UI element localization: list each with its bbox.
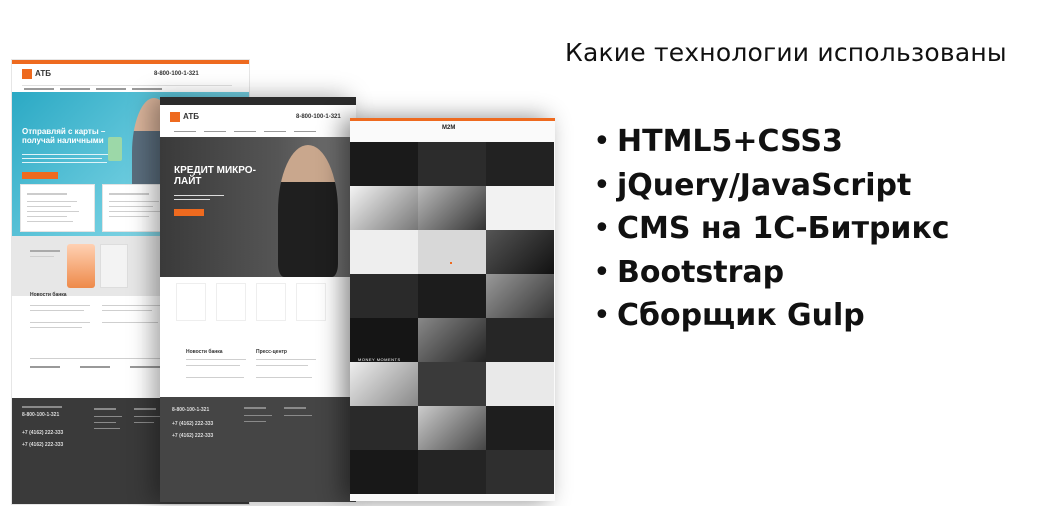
list-item: • CMS на 1С-Битрикс	[593, 207, 950, 251]
footer-phone: +7 (4162) 222-333	[22, 442, 64, 448]
list-item: • HTML5+CSS3	[593, 120, 950, 164]
hero-person-image	[278, 145, 338, 277]
hero-banner: КРЕДИТ МИКРО-ЛАЙТ	[160, 137, 356, 277]
technology-label: Сборщик Gulp	[617, 298, 865, 333]
technology-list: • HTML5+CSS3 • jQuery/JavaScript • CMS на 1…	[593, 120, 950, 338]
technology-label: jQuery/JavaScript	[617, 167, 912, 203]
bullet-icon: •	[593, 124, 611, 159]
footer-phone: 8-800-100-1-321	[172, 407, 210, 413]
logo-icon	[22, 69, 32, 79]
top-strip	[350, 118, 555, 121]
service-icon	[176, 283, 206, 321]
press-title: Пресс-центр	[256, 349, 287, 355]
technology-label: HTML5+CSS3	[617, 124, 843, 159]
top-strip	[160, 97, 356, 105]
bullet-icon: •	[593, 254, 611, 290]
bullet-icon: •	[593, 167, 611, 203]
mockup-collage: АТБ 8-800-100-1-321 Отправляй с карты – …	[0, 0, 560, 506]
page-title: Какие технологии использованы	[565, 38, 1007, 67]
card-image	[100, 244, 128, 288]
app-image	[67, 244, 95, 288]
mockup-m2m: M2M MONEY MOMENTS	[350, 118, 555, 501]
footer-phone: +7 (4162) 222-333	[172, 433, 214, 439]
logo-text: АТБ	[35, 69, 52, 78]
news-title: Новости банка	[30, 292, 67, 298]
footer-phone: +7 (4162) 222-333	[22, 430, 64, 436]
technology-label: Bootstrap	[617, 254, 785, 290]
hero-title: Отправляй с карты – получай наличными	[22, 127, 106, 145]
tile-caption: MONEY MOMENTS	[358, 357, 401, 362]
logo-text: АТБ	[183, 112, 200, 121]
hero-button[interactable]	[22, 172, 58, 179]
service-icon	[296, 283, 326, 321]
footer-phone: +7 (4162) 222-333	[172, 421, 214, 427]
menu-card	[20, 184, 95, 232]
footer: 8-800-100-1-321 +7 (4162) 222-333 +7 (41…	[160, 397, 356, 502]
footer-phone: 8-800-100-1-321	[22, 412, 60, 418]
service-icon	[256, 283, 286, 321]
logo-text: M2M	[442, 125, 456, 131]
bullet-icon: •	[593, 298, 611, 333]
mockup-atb-credit: АТБ 8-800-100-1-321 КРЕДИТ МИКРО-ЛАЙТ Но…	[160, 97, 356, 502]
top-strip	[12, 60, 249, 64]
list-item: • jQuery/JavaScript	[593, 164, 950, 208]
service-icon	[216, 283, 246, 321]
technology-label: CMS на 1С-Битрикс	[617, 211, 950, 246]
bullet-icon: •	[593, 211, 611, 246]
phone-image	[108, 137, 122, 161]
list-item: • Bootstrap	[593, 251, 950, 295]
list-item: • Сборщик Gulp	[593, 294, 950, 338]
hero-button[interactable]	[174, 209, 204, 216]
logo-icon	[170, 112, 180, 122]
news-title: Новости банка	[186, 349, 223, 355]
header-phone: 8-800-100-1-321	[154, 71, 199, 77]
header-phone: 8-800-100-1-321	[296, 114, 341, 120]
hero-title: КРЕДИТ МИКРО-ЛАЙТ	[174, 165, 256, 187]
